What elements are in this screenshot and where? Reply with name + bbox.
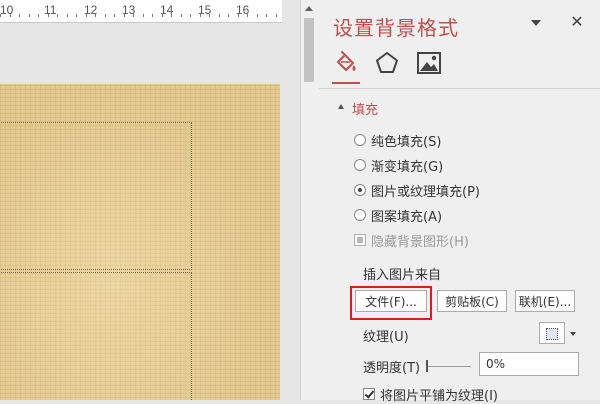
format-background-pane: 设置背景格式 ✕ 填充 纯色填充(S) 渐变填充(G) 图片或纹理填充(P) 图…: [319, 0, 600, 404]
ruler-tick: [237, 14, 239, 17]
texture-swatch-icon: [546, 328, 558, 340]
ruler-tick: [266, 14, 267, 17]
radio-button[interactable]: [354, 159, 366, 171]
ruler-tick: [38, 14, 39, 17]
ruler-tick: [76, 14, 77, 17]
radio-label: 纯色填充(S): [371, 135, 442, 150]
ruler-label: 11: [44, 3, 57, 17]
clipboard-button[interactable]: 剪贴板(C): [437, 290, 507, 312]
ruler-tick: [85, 14, 87, 17]
ruler-tick: [123, 14, 125, 17]
ruler-tick: [114, 14, 115, 17]
ruler-tick: [275, 14, 277, 17]
ruler-tick: [19, 14, 20, 17]
ruler-tick: [133, 14, 134, 17]
checkbox-label: 将图片平铺为纹理(I): [380, 389, 498, 404]
ruler-tick: [9, 14, 11, 17]
radio-label: 渐变填充(G): [371, 160, 444, 175]
transparency-slider-thumb[interactable]: [426, 360, 428, 372]
ruler-tick: [190, 14, 191, 17]
content-placeholder[interactable]: [0, 272, 192, 400]
checkbox-checked[interactable]: [363, 388, 375, 400]
transparency-label: 透明度(T): [363, 361, 421, 376]
ruler-tick: [47, 14, 49, 17]
insert-picture-from-label: 插入图片来自: [363, 268, 442, 283]
pane-options-dropdown-icon[interactable]: [531, 20, 541, 26]
transparency-slider-track[interactable]: [427, 366, 471, 367]
ruler-tick: [0, 14, 1, 17]
ruler-tick: [247, 14, 248, 17]
checkbox-label: 隐藏背景图形(H): [371, 235, 469, 250]
ruler-tick: [161, 14, 163, 17]
ruler-tick: [180, 14, 182, 17]
ruler-tick: [152, 14, 153, 17]
highlight-box: [350, 286, 432, 320]
horizontal-ruler[interactable]: 10 11 12 13 14 15 16: [0, 0, 282, 23]
scroll-up-arrow-icon[interactable]: [305, 6, 313, 11]
title-placeholder[interactable]: [0, 122, 192, 270]
radio-button[interactable]: [354, 134, 366, 146]
ruler-tick: [104, 14, 106, 17]
pane-title: 设置背景格式: [333, 16, 459, 40]
picture-icon[interactable]: [416, 50, 442, 76]
ruler-label: 10: [0, 3, 14, 17]
radio-button-selected[interactable]: [354, 184, 366, 196]
transparency-input[interactable]: 0%: [479, 352, 579, 376]
ruler-tick: [142, 14, 144, 17]
ruler-tick: [66, 14, 68, 17]
close-icon[interactable]: ✕: [569, 12, 585, 31]
slide[interactable]: [0, 84, 280, 400]
ruler-tick: [228, 14, 229, 17]
radio-label: 图片或纹理填充(P): [371, 185, 480, 200]
radio-label: 图案填充(A): [371, 210, 443, 225]
scrollbar-thumb[interactable]: [304, 18, 314, 82]
fill-section-header[interactable]: 填充: [352, 99, 378, 118]
ruler-tick: [199, 14, 201, 17]
ruler-tick: [95, 14, 96, 17]
checkbox-disabled: [354, 234, 366, 246]
dropdown-arrow-icon[interactable]: [570, 332, 576, 336]
online-button[interactable]: 联机(E)...: [515, 290, 575, 312]
ruler-tick: [57, 14, 58, 17]
ruler-tick: [28, 14, 30, 17]
paint-bucket-icon[interactable]: [332, 50, 358, 76]
texture-picker-button[interactable]: [539, 322, 565, 344]
ruler-tick: [218, 14, 220, 17]
ruler-tick: [256, 14, 258, 17]
pentagon-icon[interactable]: [374, 50, 400, 76]
slide-editing-area: 10 11 12 13 14 15 16: [0, 0, 300, 400]
selected-tab-indicator: [332, 82, 360, 84]
texture-label: 纹理(U): [363, 330, 409, 345]
divider: [319, 88, 600, 89]
collapse-caret-icon[interactable]: [338, 104, 344, 109]
ruler-tick: [171, 14, 172, 17]
radio-button[interactable]: [354, 209, 366, 221]
ruler-tick: [209, 14, 210, 17]
